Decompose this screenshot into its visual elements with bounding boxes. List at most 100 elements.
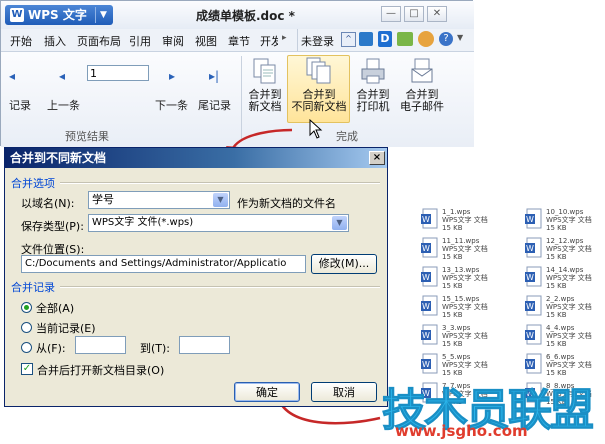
file-type: WPS文字 文档 <box>442 216 488 224</box>
file-item[interactable]: W 1_1.wps WPS文字 文档 15 KB <box>420 208 500 234</box>
svg-text:W: W <box>422 244 430 253</box>
file-size: 15 KB <box>442 253 463 261</box>
file-type: WPS文字 文档 <box>442 303 488 311</box>
save-type-select[interactable]: WPS文字 文件(*.wps) ▼ <box>88 214 349 232</box>
file-item[interactable]: W 11_11.wps WPS文字 文档 15 KB <box>420 237 500 263</box>
close-icon: × <box>372 152 382 163</box>
file-size: 15 KB <box>546 311 567 319</box>
file-type: WPS文字 文档 <box>442 361 488 369</box>
svg-text:W: W <box>526 215 534 224</box>
file-size: 15 KB <box>546 224 567 232</box>
file-size: 15 KB <box>546 340 567 348</box>
field-name-select[interactable]: 学号 ▼ <box>88 191 230 209</box>
file-item[interactable]: W 12_12.wps WPS文字 文档 15 KB <box>524 237 604 263</box>
radio-all-records[interactable] <box>21 302 32 313</box>
dialog-close-button[interactable]: × <box>369 151 385 165</box>
svg-text:W: W <box>422 331 430 340</box>
radio-all-label[interactable]: 全部(A) <box>36 300 74 316</box>
radio-from-label[interactable]: 从(F): <box>36 340 66 356</box>
wps-document-icon: W <box>421 266 438 287</box>
file-item[interactable]: W 14_14.wps WPS文字 文档 15 KB <box>524 266 604 292</box>
range-from-input[interactable] <box>75 336 126 354</box>
radio-current-record[interactable] <box>21 322 32 333</box>
field-name-value: 学号 <box>92 193 114 206</box>
wps-document-icon: W <box>525 208 542 229</box>
merge-records-section-title: 合并记录 <box>11 281 55 294</box>
range-to-label: 到(T): <box>140 342 171 355</box>
file-type: WPS文字 文档 <box>442 274 488 282</box>
file-type: WPS文字 文档 <box>546 245 592 253</box>
file-name: 4_4.wps <box>546 324 575 332</box>
file-size: 15 KB <box>442 224 463 232</box>
svg-text:W: W <box>422 273 430 282</box>
file-item[interactable]: W 2_2.wps WPS文字 文档 15 KB <box>524 295 604 321</box>
file-size: 15 KB <box>546 282 567 290</box>
file-item[interactable]: W 4_4.wps WPS文字 文档 15 KB <box>524 324 604 350</box>
svg-text:W: W <box>422 360 430 369</box>
file-type: WPS文字 文档 <box>546 216 592 224</box>
svg-text:W: W <box>526 244 534 253</box>
svg-text:W: W <box>422 302 430 311</box>
field-name-suffix: 作为新文档的文件名 <box>237 197 336 210</box>
cancel-button[interactable]: 取消 <box>311 382 377 402</box>
wps-document-icon: W <box>421 353 438 374</box>
watermark-url: www.jsgho.com <box>395 422 528 440</box>
modify-location-button[interactable]: 修改(M)... <box>311 254 377 274</box>
file-size: 15 KB <box>442 311 463 319</box>
field-name-label: 以域名(N): <box>21 197 75 210</box>
svg-text:W: W <box>526 360 534 369</box>
file-size: 15 KB <box>442 282 463 290</box>
wps-document-icon: W <box>421 237 438 258</box>
file-name: 12_12.wps <box>546 237 584 245</box>
file-type: WPS文字 文档 <box>546 332 592 340</box>
open-after-merge-checkbox[interactable]: ✓ <box>21 363 33 375</box>
save-type-value: WPS文字 文件(*.wps) <box>92 217 194 228</box>
svg-text:W: W <box>422 215 430 224</box>
radio-range-records[interactable] <box>21 342 32 353</box>
svg-text:W: W <box>526 331 534 340</box>
wps-document-icon: W <box>421 208 438 229</box>
file-type: WPS文字 文档 <box>546 361 592 369</box>
file-name: 10_10.wps <box>546 208 584 216</box>
file-item[interactable]: W 10_10.wps WPS文字 文档 15 KB <box>524 208 604 234</box>
file-item[interactable]: W 13_13.wps WPS文字 文档 15 KB <box>420 266 500 292</box>
file-size: 15 KB <box>442 340 463 348</box>
range-to-input[interactable] <box>179 336 230 354</box>
file-name: 11_11.wps <box>442 237 480 245</box>
file-name: 3_3.wps <box>442 324 471 332</box>
file-name: 2_2.wps <box>546 295 575 303</box>
wps-document-icon: W <box>525 324 542 345</box>
dropdown-arrow-icon: ▼ <box>332 216 347 230</box>
file-type: WPS文字 文档 <box>442 245 488 253</box>
wps-document-icon: W <box>421 324 438 345</box>
file-name: 13_13.wps <box>442 266 480 274</box>
dialog-title-bar: 合并到不同新文档 × <box>5 148 387 168</box>
file-location-input[interactable]: C:/Documents and Settings/Administrator/… <box>21 255 306 273</box>
wps-document-icon: W <box>525 266 542 287</box>
wps-document-icon: W <box>525 237 542 258</box>
save-type-label: 保存类型(P): <box>21 220 84 233</box>
dialog-title: 合并到不同新文档 <box>10 151 107 165</box>
wps-document-icon: W <box>525 353 542 374</box>
file-name: 5_5.wps <box>442 353 471 361</box>
merge-options-section-title: 合并选项 <box>11 177 55 190</box>
file-name: 6_6.wps <box>546 353 575 361</box>
radio-current-label[interactable]: 当前记录(E) <box>36 320 96 336</box>
ok-button[interactable]: 确定 <box>234 382 300 402</box>
file-item[interactable]: W 3_3.wps WPS文字 文档 15 KB <box>420 324 500 350</box>
svg-text:W: W <box>526 273 534 282</box>
merge-to-different-docs-dialog: 合并到不同新文档 × 合并选项 以域名(N): 学号 ▼ 作为新文档的文件名 保… <box>4 147 388 407</box>
file-type: WPS文字 文档 <box>442 332 488 340</box>
file-type: WPS文字 文档 <box>546 274 592 282</box>
file-name: 15_15.wps <box>442 295 480 303</box>
dropdown-arrow-icon: ▼ <box>213 193 228 207</box>
file-size: 15 KB <box>546 253 567 261</box>
file-name: 1_1.wps <box>442 208 471 216</box>
output-file-list: W 1_1.wps WPS文字 文档 15 KB W 10_10.wps WPS文字 文档 1… <box>420 208 600 406</box>
svg-text:W: W <box>526 302 534 311</box>
open-after-merge-label[interactable]: 合并后打开新文档目录(O) <box>37 362 164 378</box>
wps-document-icon: W <box>525 295 542 316</box>
wps-document-icon: W <box>421 295 438 316</box>
file-item[interactable]: W 15_15.wps WPS文字 文档 15 KB <box>420 295 500 321</box>
file-name: 14_14.wps <box>546 266 584 274</box>
